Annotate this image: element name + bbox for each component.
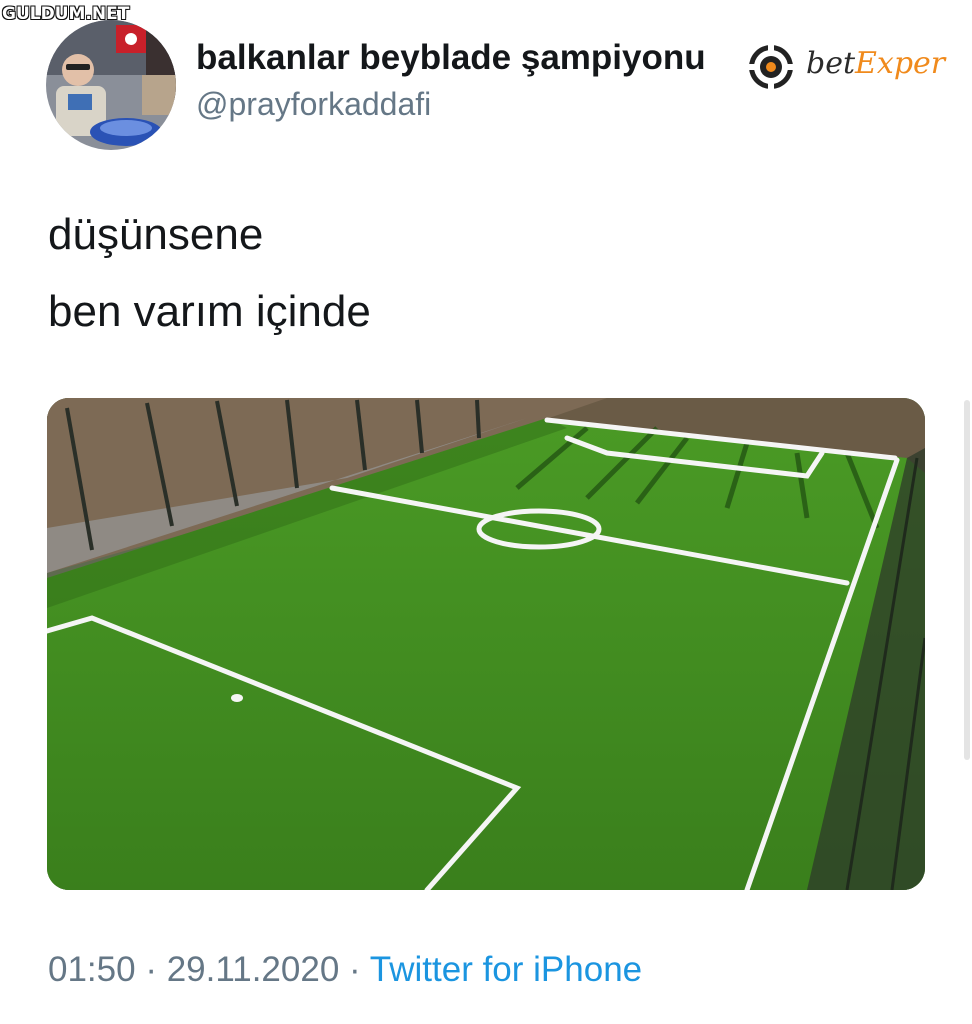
tweet-media[interactable] <box>47 398 925 890</box>
author-name[interactable]: balkanlar beyblade şampiyonu <box>196 38 706 78</box>
tweet-source-link[interactable]: Twitter for iPhone <box>370 950 642 989</box>
meta-separator-2: · <box>349 950 361 989</box>
scrollbar[interactable] <box>964 400 970 760</box>
author-handle[interactable]: @prayforkaddafi <box>196 86 431 123</box>
brand-text-exper: Exper <box>855 46 946 81</box>
tweet-date[interactable]: 29.11.2020 <box>167 950 340 989</box>
tweet-time[interactable]: 01:50 <box>48 950 136 989</box>
avatar-image <box>46 20 176 150</box>
football-pitch-image <box>47 398 925 890</box>
tweet-meta: 01:50 · 29.11.2020 · Twitter for iPhone <box>48 950 642 990</box>
tweet-text-line-2: ben varım içinde <box>48 287 371 336</box>
avatar[interactable] <box>46 20 176 150</box>
brand-logo-text: betExper <box>806 46 945 81</box>
meta-separator-1: · <box>145 950 157 989</box>
tweet-text-line-1: düşünsene <box>48 210 264 259</box>
brand-text-bet: bet <box>806 46 856 81</box>
chip-icon <box>749 45 793 89</box>
